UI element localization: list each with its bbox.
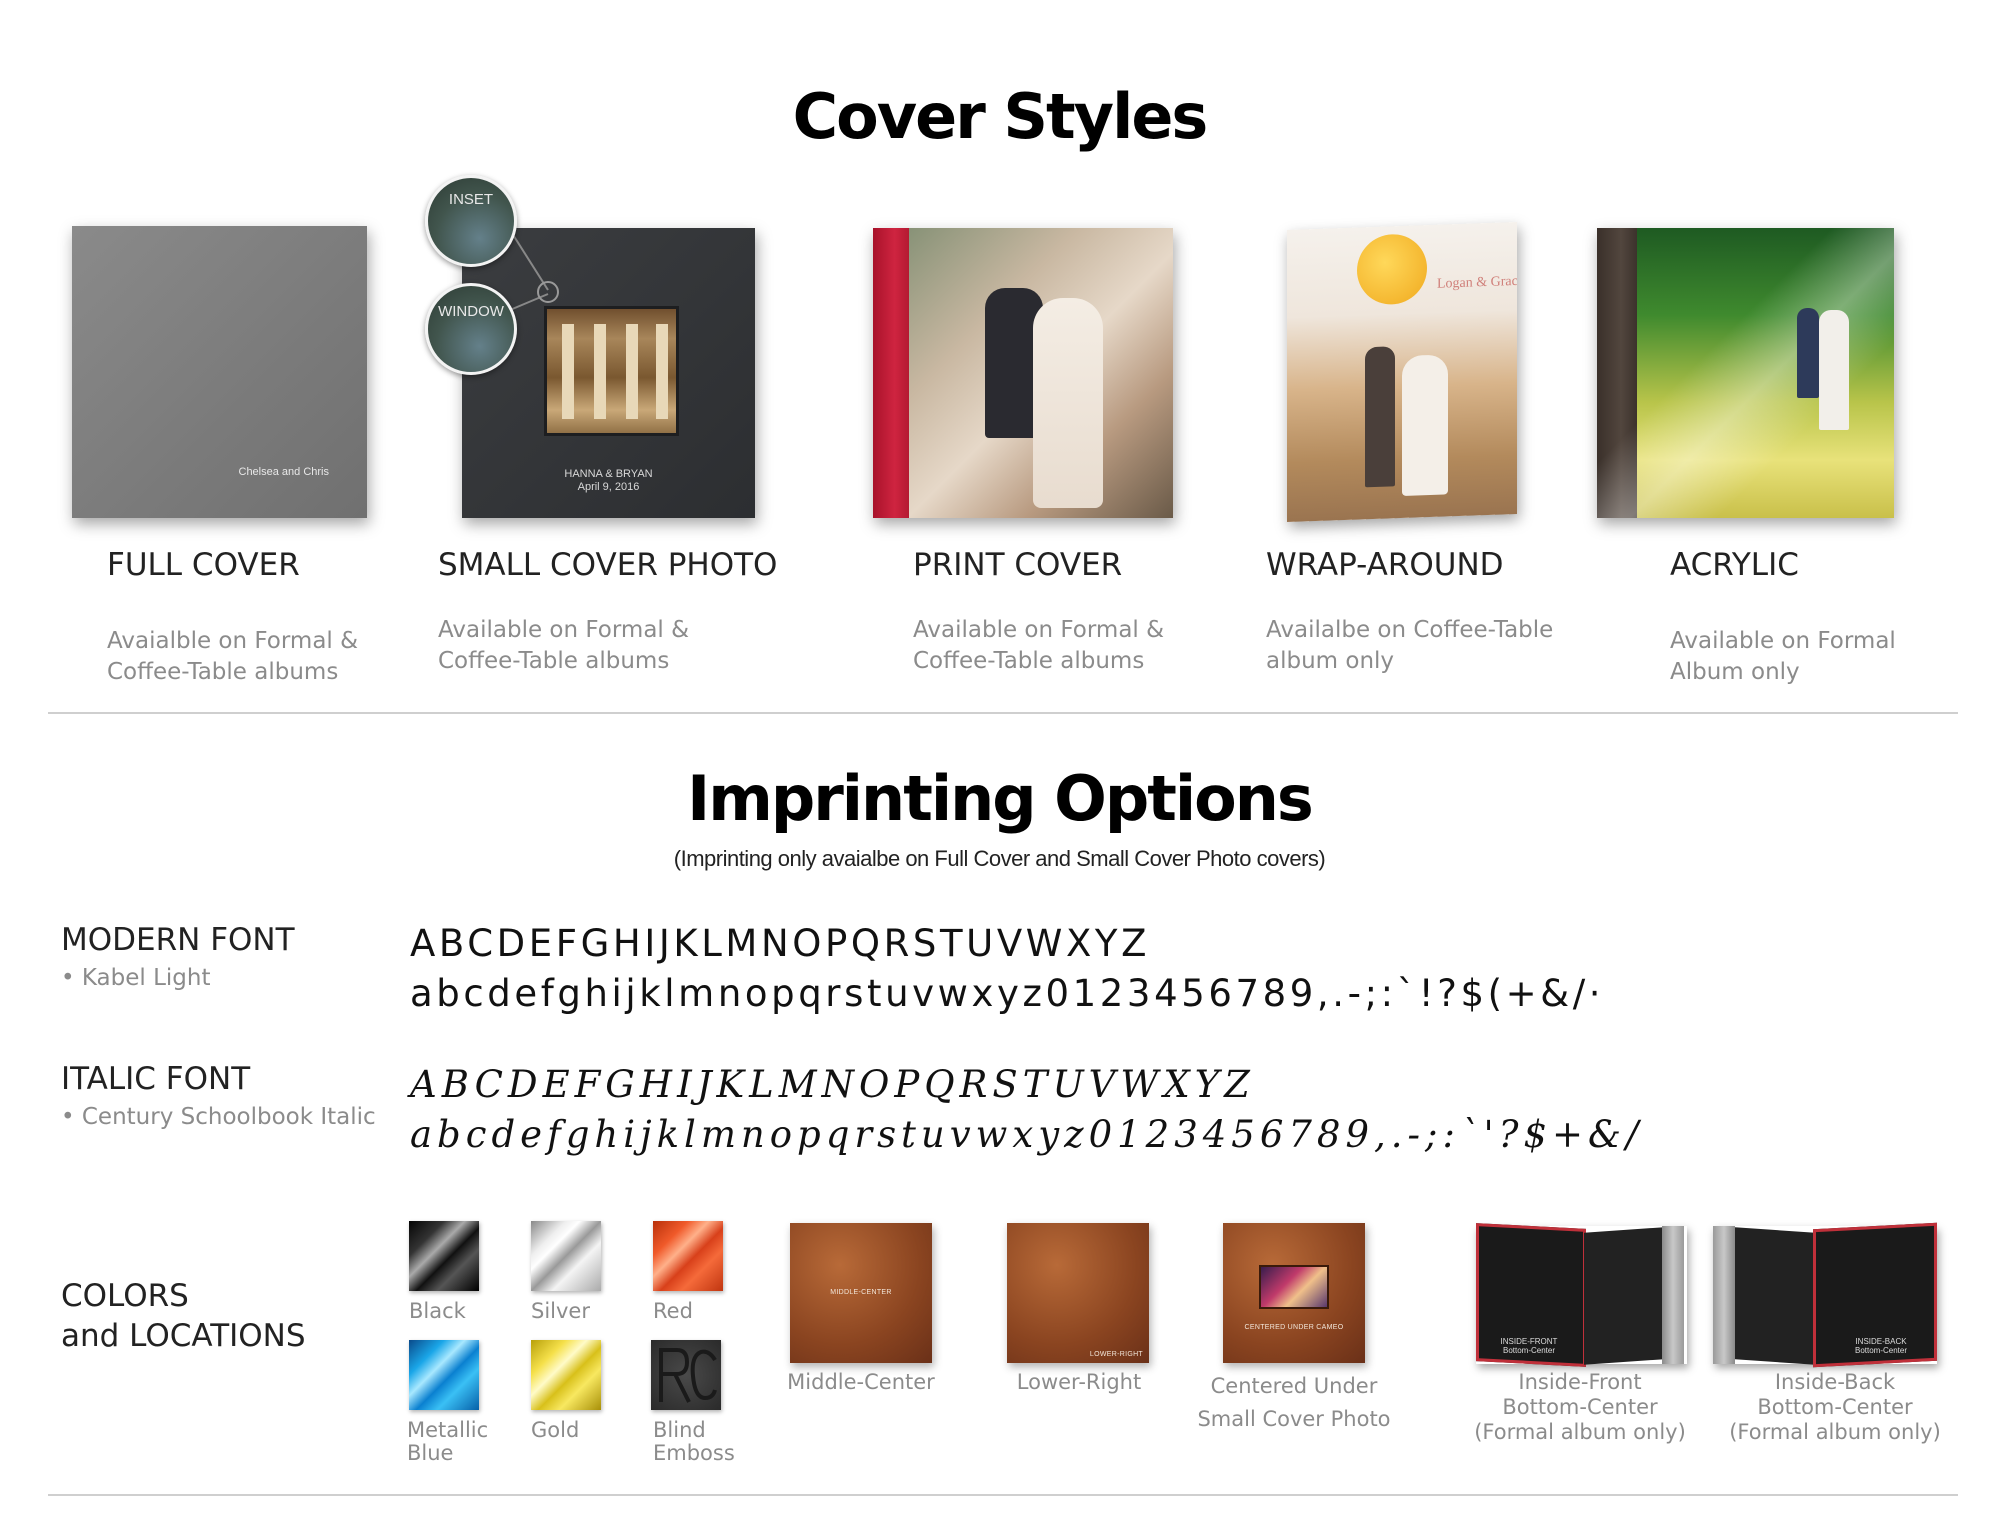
acrylic-image xyxy=(1597,228,1894,518)
section-divider xyxy=(48,712,1958,714)
inside-back-label: Inside-Back Bottom-Center (Formal album on… xyxy=(1729,1370,1941,1445)
modern-font-uppercase-sample: ABCDEFGHIJKLMNOPQRSTUVWXYZ xyxy=(410,922,1151,965)
wrap-around-desc: Availalbe on Coffee-Table album only xyxy=(1266,617,1554,675)
imprinting-note: (Imprinting only avaialbe on Full Cover … xyxy=(673,846,1326,871)
print-cover-title: PRINT COVER xyxy=(913,547,1123,583)
full-cover-image: Chelsea and Chris xyxy=(72,226,367,518)
print-cover-spine xyxy=(873,228,909,518)
silver-swatch xyxy=(531,1221,601,1291)
inside-front-thumb: INSIDE-FRONT Bottom-Center xyxy=(1476,1223,1687,1367)
middle-center-thumb: MIDDLE-CENTER xyxy=(790,1223,932,1363)
small-cover-photo-title: SMALL COVER PHOTO xyxy=(438,547,778,583)
modern-font-name: • Kabel Light xyxy=(61,965,211,991)
inset-callout-label: INSET xyxy=(448,191,494,208)
centered-under-cameo-thumb: CENTERED UNDER CAMEO xyxy=(1223,1223,1365,1363)
acrylic-desc: Available on Formal Album only xyxy=(1670,628,1896,686)
silver-label: Silver xyxy=(531,1299,590,1323)
print-cover-desc: Available on Formal & Coffee-Table albums xyxy=(913,617,1165,675)
italic-font-name: • Century Schoolbook Italic xyxy=(61,1104,376,1130)
wrap-around-image: Logan & Grace xyxy=(1287,221,1517,523)
centered-under-label: Centered Under Small Cover Photo xyxy=(1197,1374,1391,1431)
inset-callout-circle: INSET xyxy=(425,175,517,267)
blind-emboss-label: Blind Emboss xyxy=(653,1418,735,1466)
window-callout-circle: WINDOW xyxy=(425,283,517,375)
inside-back-thumb: INSIDE-BACK Bottom-Center xyxy=(1713,1222,1937,1368)
full-cover-imprint: Chelsea and Chris xyxy=(238,466,330,478)
bottom-divider xyxy=(48,1494,1958,1496)
small-cover-imprint-names: HANNA & BRYAN xyxy=(564,468,653,480)
italic-font-uppercase-sample: ABCDEFGHIJKLMNOPQRSTUVWXYZ xyxy=(410,1063,1255,1106)
full-cover-desc: Avaialble on Formal & Coffee-Table albums xyxy=(107,628,359,686)
inside-front-label: Inside-Front Bottom-Center (Formal album o… xyxy=(1474,1370,1686,1445)
small-cover-imprint-date: April 9, 2016 xyxy=(577,481,640,494)
acrylic-title: ACRYLIC xyxy=(1670,547,1799,583)
imprinting-title: Imprinting Options xyxy=(687,762,1314,835)
black-swatch xyxy=(409,1221,479,1291)
lower-right-label: Lower-Right xyxy=(1016,1370,1142,1394)
small-cover-photo-desc: Available on Formal & Coffee-Table albums xyxy=(438,617,690,675)
italic-font-lowercase-sample: abcdefghijklmnopqrstuvwxyz0123456789,.-;… xyxy=(410,1113,1644,1156)
modern-font-label: MODERN FONT xyxy=(61,922,295,958)
red-swatch xyxy=(653,1221,723,1291)
emboss-pattern-icon xyxy=(659,1348,717,1403)
full-cover-title: FULL COVER xyxy=(107,547,300,583)
black-label: Black xyxy=(409,1299,466,1323)
print-cover-image xyxy=(873,228,1173,518)
wrap-around-title: WRAP-AROUND xyxy=(1266,547,1504,583)
cover-styles-title: Cover Styles xyxy=(792,80,1209,153)
gold-swatch xyxy=(531,1340,601,1410)
metallic-blue-label: Metallic Blue xyxy=(407,1418,489,1466)
window-callout-label: WINDOW xyxy=(438,303,504,320)
gold-label: Gold xyxy=(531,1418,580,1442)
red-label: Red xyxy=(653,1299,693,1323)
metallic-blue-swatch xyxy=(409,1340,479,1410)
wrap-around-imprint: Logan & Grace xyxy=(1437,273,1517,292)
modern-font-lowercase-sample: abcdefghijklmnopqrstuvwxyz0123456789,.-;… xyxy=(410,972,1605,1015)
colors-locations-label: COLORS and LOCATIONS xyxy=(61,1278,306,1355)
italic-font-label: ITALIC FONT xyxy=(61,1061,251,1097)
middle-center-label: Middle-Center xyxy=(787,1370,935,1394)
lower-right-thumb: LOWER-RIGHT xyxy=(1007,1223,1149,1363)
blind-emboss-swatch xyxy=(651,1340,721,1410)
